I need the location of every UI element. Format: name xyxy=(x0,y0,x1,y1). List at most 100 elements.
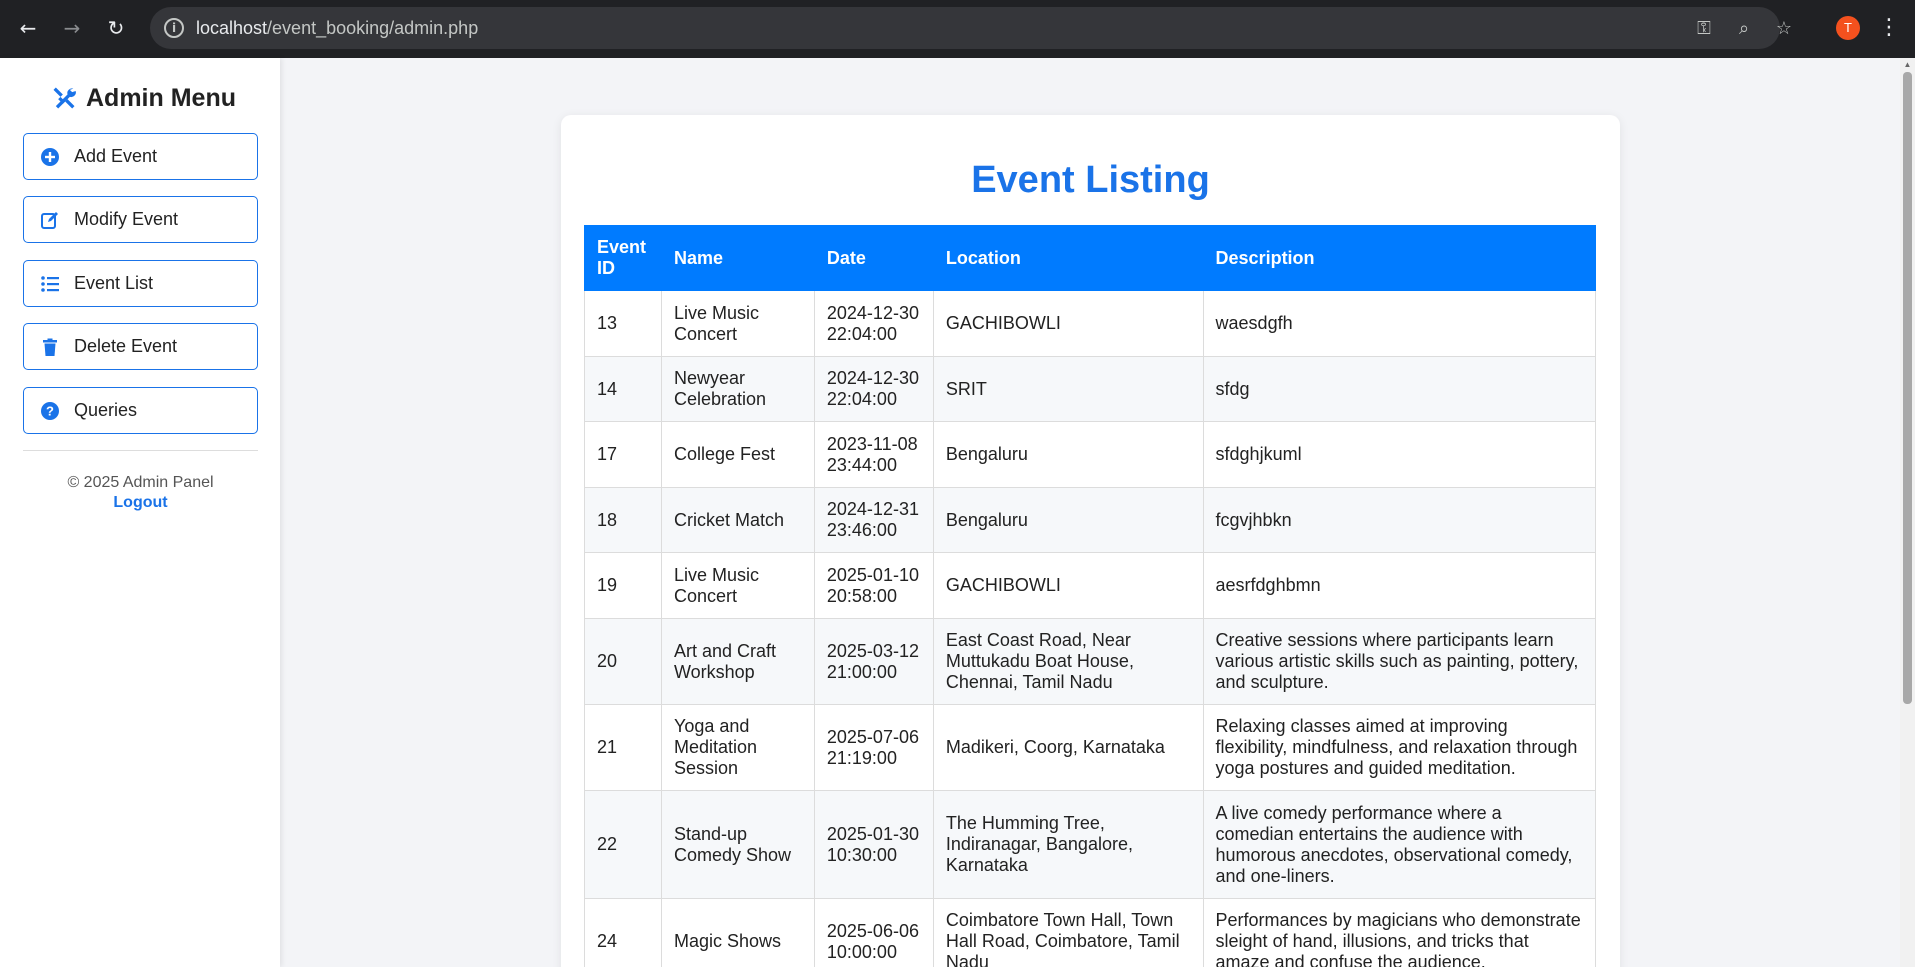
page-scrollbar[interactable]: ▲ xyxy=(1900,58,1915,967)
sidebar-divider xyxy=(23,450,258,451)
cell-id: 17 xyxy=(584,421,662,488)
cell-description: sfdghjkuml xyxy=(1202,421,1597,488)
cell-id: 18 xyxy=(584,487,662,553)
cell-date: 2025-01-30 10:30:00 xyxy=(813,790,934,899)
header-location: Location xyxy=(932,225,1204,291)
cell-name: Live Music Concert xyxy=(660,552,815,619)
cell-id: 20 xyxy=(584,618,662,705)
cell-date: 2025-03-12 21:00:00 xyxy=(813,618,934,705)
event-list-button[interactable]: Event List xyxy=(23,260,258,307)
cell-id: 21 xyxy=(584,704,662,791)
table-row: 18 Cricket Match 2024-12-31 23:46:00 Ben… xyxy=(584,487,1597,553)
add-event-label: Add Event xyxy=(74,146,158,166)
cell-description: fcgvjhbkn xyxy=(1202,487,1597,553)
cell-description: Relaxing classes aimed at improving flex… xyxy=(1202,704,1597,791)
list-icon xyxy=(41,275,59,292)
table-row: 19 Live Music Concert 2025-01-10 20:58:0… xyxy=(584,552,1597,619)
logout-link[interactable]: Logout xyxy=(23,494,258,512)
cell-location: GACHIBOWLI xyxy=(932,290,1204,357)
cell-location: GACHIBOWLI xyxy=(932,552,1204,619)
cell-location: The Humming Tree, Indiranagar, Bangalore… xyxy=(932,790,1204,899)
cell-date: 2025-07-06 21:19:00 xyxy=(813,704,934,791)
scroll-up-icon[interactable]: ▲ xyxy=(1903,60,1912,69)
cell-date: 2024-12-30 22:04:00 xyxy=(813,290,934,357)
table-row: 22 Stand-up Comedy Show 2025-01-30 10:30… xyxy=(584,790,1597,899)
cell-date: 2024-12-31 23:46:00 xyxy=(813,487,934,553)
cell-location: Coimbatore Town Hall, Town Hall Road, Co… xyxy=(932,898,1204,967)
cell-location: Bengaluru xyxy=(932,487,1204,553)
table-row: 13 Live Music Concert 2024-12-30 22:04:0… xyxy=(584,290,1597,357)
event-list-label: Event List xyxy=(74,273,154,293)
header-description: Description xyxy=(1202,225,1597,291)
cell-location: Madikeri, Coorg, Karnataka xyxy=(932,704,1204,791)
header-date: Date xyxy=(813,225,934,291)
zoom-icon[interactable]: ⌕ xyxy=(1732,17,1756,41)
address-url[interactable]: localhost/event_booking/admin.php xyxy=(196,18,478,39)
site-info-icon[interactable]: i xyxy=(164,18,184,38)
cell-date: 2023-11-08 23:44:00 xyxy=(813,421,934,488)
reload-icon[interactable]: ↻ xyxy=(102,14,130,42)
cell-name: Magic Shows xyxy=(660,898,815,967)
header-event-id: Event ID xyxy=(584,225,662,291)
question-circle-icon: ? xyxy=(41,401,59,420)
cell-id: 19 xyxy=(584,552,662,619)
cell-name: Stand-up Comedy Show xyxy=(660,790,815,899)
tools-icon xyxy=(53,87,76,109)
url-host: localhost xyxy=(196,18,268,38)
plus-circle-icon xyxy=(41,147,59,166)
cell-date: 2025-01-10 20:58:00 xyxy=(813,552,934,619)
cell-name: Yoga and Meditation Session xyxy=(660,704,815,791)
forward-arrow-icon[interactable]: → xyxy=(58,14,86,42)
page-title: Event Listing xyxy=(971,159,1210,201)
delete-event-label: Delete Event xyxy=(74,336,178,356)
scrollbar-thumb[interactable] xyxy=(1903,72,1912,704)
cell-id: 14 xyxy=(584,356,662,422)
modify-event-label: Modify Event xyxy=(74,209,179,229)
bookmark-star-icon[interactable]: ☆ xyxy=(1772,17,1796,41)
trash-icon xyxy=(43,338,57,356)
cell-date: 2025-06-06 10:00:00 xyxy=(813,898,934,967)
cell-description: aesrfdghbmn xyxy=(1202,552,1597,619)
cell-id: 13 xyxy=(584,290,662,357)
cell-location: Bengaluru xyxy=(932,421,1204,488)
cell-description: waesdgfh xyxy=(1202,290,1597,357)
sidebar-heading: Admin Menu xyxy=(50,80,236,116)
cell-location: East Coast Road, Near Muttukadu Boat Hou… xyxy=(932,618,1204,705)
key-icon[interactable]: ⚿ xyxy=(1692,17,1716,41)
sidebar-title: Admin Menu xyxy=(86,83,236,112)
table-row: 17 College Fest 2023-11-08 23:44:00 Beng… xyxy=(584,421,1597,488)
address-bar[interactable]: i localhost/event_booking/admin.php ⚿ ⌕ … xyxy=(150,7,1792,49)
queries-button[interactable]: ? Queries xyxy=(23,387,258,434)
cell-location: SRIT xyxy=(932,356,1204,422)
cell-description: sfdg xyxy=(1202,356,1597,422)
table-row: 24 Magic Shows 2025-06-06 10:00:00 Coimb… xyxy=(584,898,1597,967)
cell-description: A live comedy performance where a comedi… xyxy=(1202,790,1597,899)
browser-toolbar: ← → ↻ i localhost/event_booking/admin.ph… xyxy=(0,0,1915,58)
add-event-button[interactable]: Add Event xyxy=(23,133,258,180)
cell-name: Newyear Celebration xyxy=(660,356,815,422)
cell-name: Cricket Match xyxy=(660,487,815,553)
modify-event-button[interactable]: Modify Event xyxy=(23,196,258,243)
header-name: Name xyxy=(660,225,815,291)
copyright-text: © 2025 Admin Panel xyxy=(67,474,214,491)
queries-label: Queries xyxy=(74,400,138,420)
svg-text:?: ? xyxy=(46,403,54,418)
event-listing-card: Event Listing Event ID Name Date Locatio… xyxy=(561,115,1620,967)
back-arrow-icon[interactable]: ← xyxy=(14,14,42,42)
cell-name: Art and Craft Workshop xyxy=(660,618,815,705)
table-row: 21 Yoga and Meditation Session 2025-07-0… xyxy=(584,704,1597,791)
table-row: 20 Art and Craft Workshop 2025-03-12 21:… xyxy=(584,618,1597,705)
events-table: Event ID Name Date Location Description … xyxy=(584,225,1597,967)
url-path: /event_booking/admin.php xyxy=(267,18,479,38)
browser-menu-icon[interactable]: ⋮ xyxy=(1878,14,1900,42)
cell-date: 2024-12-30 22:04:00 xyxy=(813,356,934,422)
cell-id: 24 xyxy=(584,898,662,967)
cell-description: Performances by magicians who demonstrat… xyxy=(1202,898,1597,967)
cell-name: College Fest xyxy=(660,421,815,488)
edit-icon xyxy=(41,211,58,229)
admin-sidebar: Admin Menu Add Event Modify Event Event … xyxy=(0,58,280,967)
table-row: 14 Newyear Celebration 2024-12-30 22:04:… xyxy=(584,356,1597,422)
profile-avatar[interactable]: T xyxy=(1836,16,1860,40)
delete-event-button[interactable]: Delete Event xyxy=(23,323,258,370)
cell-name: Live Music Concert xyxy=(660,290,815,357)
